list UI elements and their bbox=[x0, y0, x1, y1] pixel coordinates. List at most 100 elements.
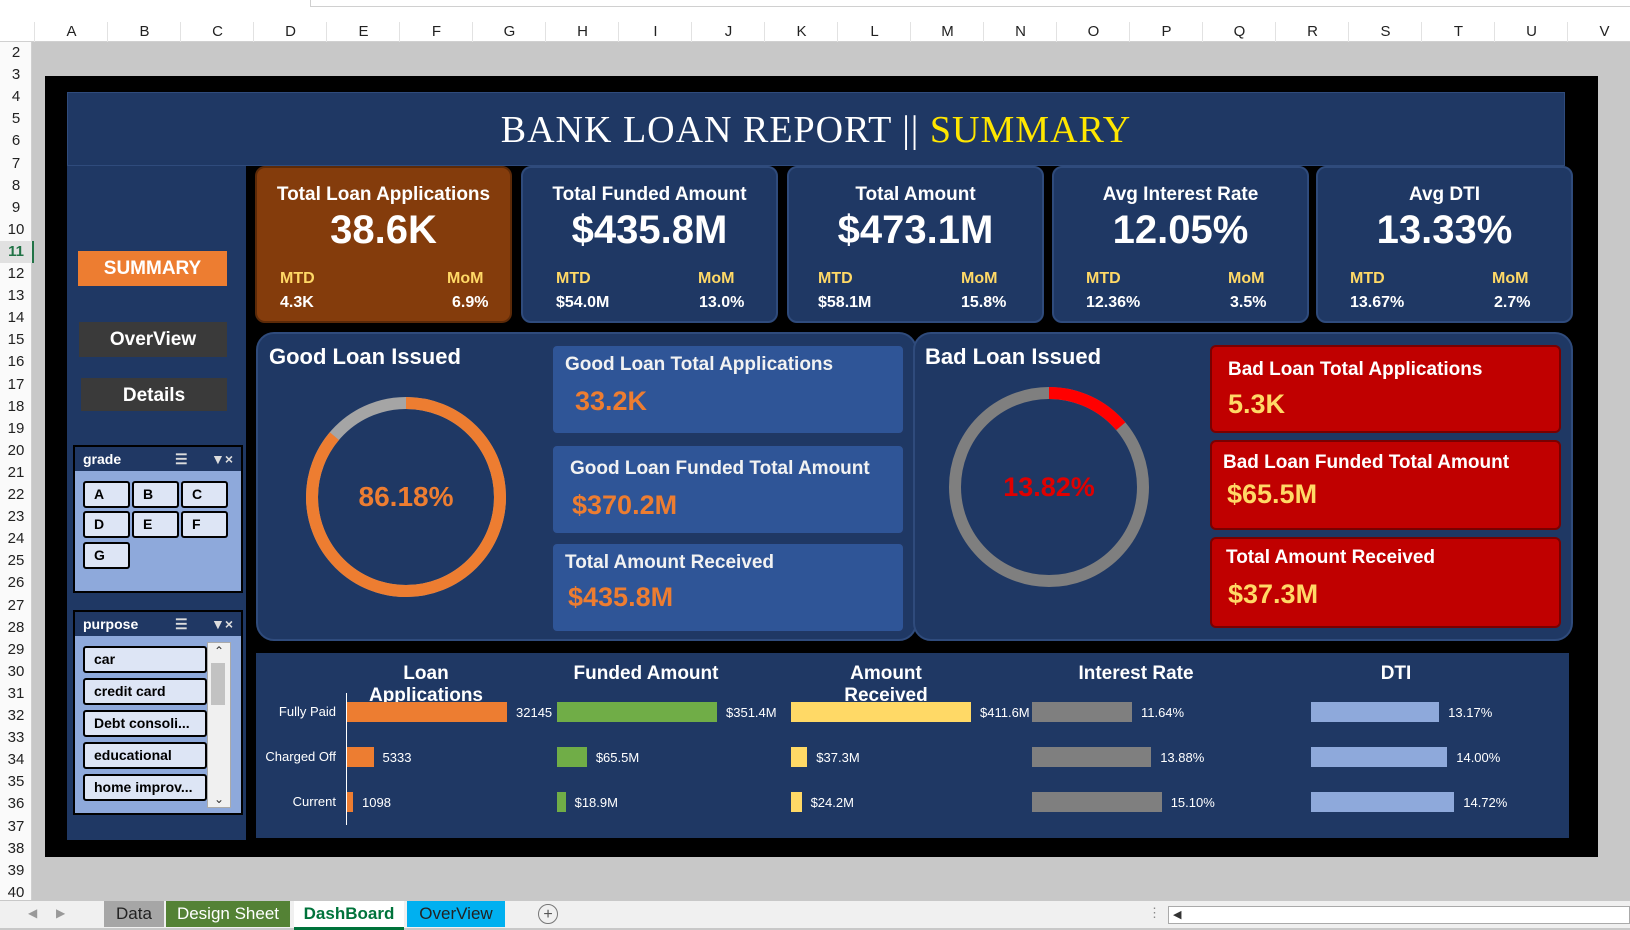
row-header-36[interactable]: 36 bbox=[0, 793, 32, 815]
row-header-22[interactable]: 22 bbox=[0, 484, 32, 506]
row-header-29[interactable]: 29 bbox=[0, 639, 32, 661]
scroll-up-icon[interactable]: ⌃ bbox=[208, 644, 230, 658]
row-header-7[interactable]: 7 bbox=[0, 153, 32, 175]
grade-chip-d[interactable]: D bbox=[83, 511, 130, 538]
row-header-35[interactable]: 35 bbox=[0, 771, 32, 793]
row-header-4[interactable]: 4 bbox=[0, 86, 32, 108]
row-header-39[interactable]: 39 bbox=[0, 860, 32, 882]
row-header-15[interactable]: 15 bbox=[0, 329, 32, 351]
multi-select-icon[interactable]: ☰ bbox=[175, 447, 188, 471]
column-header-b[interactable]: B bbox=[107, 22, 181, 42]
column-header-h[interactable]: H bbox=[545, 22, 619, 42]
clear-filter-icon[interactable]: ▼× bbox=[211, 612, 233, 636]
formula-bar[interactable] bbox=[310, 0, 1630, 7]
row-header-8[interactable]: 8 bbox=[0, 175, 32, 197]
row-header-32[interactable]: 32 bbox=[0, 705, 32, 727]
row-header-31[interactable]: 31 bbox=[0, 683, 32, 705]
purpose-chip[interactable]: car bbox=[83, 646, 207, 673]
column-header-q[interactable]: Q bbox=[1202, 22, 1276, 42]
sheet-tab-dashboard[interactable]: DashBoard bbox=[294, 901, 404, 930]
column-header-p[interactable]: P bbox=[1129, 22, 1203, 42]
row-header-3[interactable]: 3 bbox=[0, 64, 32, 86]
column-header-e[interactable]: E bbox=[326, 22, 400, 42]
column-header-d[interactable]: D bbox=[253, 22, 327, 42]
sheet-tab-design[interactable]: Design Sheet bbox=[166, 901, 290, 927]
column-header-u[interactable]: U bbox=[1494, 22, 1568, 42]
scroll-down-icon[interactable]: ⌄ bbox=[208, 792, 230, 806]
clear-filter-icon[interactable]: ▼× bbox=[211, 447, 233, 471]
column-header-a[interactable]: A bbox=[34, 22, 108, 42]
multi-select-icon[interactable]: ☰ bbox=[175, 612, 188, 636]
column-header-t[interactable]: T bbox=[1421, 22, 1495, 42]
chart-title: Amount Received bbox=[844, 663, 928, 706]
row-header-9[interactable]: 9 bbox=[0, 197, 32, 219]
row-header-24[interactable]: 24 bbox=[0, 528, 32, 550]
row-header-18[interactable]: 18 bbox=[0, 396, 32, 418]
nav-summary-button[interactable]: SUMMARY bbox=[78, 251, 227, 286]
bar bbox=[791, 747, 808, 767]
row-header-21[interactable]: 21 bbox=[0, 462, 32, 484]
column-header-s[interactable]: S bbox=[1348, 22, 1422, 42]
row-header-27[interactable]: 27 bbox=[0, 595, 32, 617]
column-header-o[interactable]: O bbox=[1056, 22, 1130, 42]
purpose-chip[interactable]: educational bbox=[83, 742, 207, 769]
row-header-28[interactable]: 28 bbox=[0, 617, 32, 639]
purpose-chip[interactable]: credit card bbox=[83, 678, 207, 705]
column-header-g[interactable]: G bbox=[472, 22, 546, 42]
row-header-17[interactable]: 17 bbox=[0, 374, 32, 396]
column-header-m[interactable]: M bbox=[910, 22, 984, 42]
row-header-26[interactable]: 26 bbox=[0, 572, 32, 594]
column-header-c[interactable]: C bbox=[180, 22, 254, 42]
row-header-33[interactable]: 33 bbox=[0, 727, 32, 749]
row-header-11[interactable]: 11 bbox=[0, 240, 34, 263]
scroll-left-icon[interactable]: ◀ bbox=[28, 906, 37, 920]
bad-loan-percent: 13.82% bbox=[1003, 472, 1095, 502]
kpi-mtd-value: 4.3K bbox=[280, 294, 314, 311]
row-header-12[interactable]: 12 bbox=[0, 263, 32, 285]
grade-chip-f[interactable]: F bbox=[181, 511, 228, 538]
horizontal-scrollbar[interactable]: ◀ bbox=[1168, 906, 1630, 924]
more-options-icon[interactable]: ⋮ bbox=[1148, 905, 1161, 921]
column-header-r[interactable]: R bbox=[1275, 22, 1349, 42]
row-header-30[interactable]: 30 bbox=[0, 661, 32, 683]
column-header-k[interactable]: K bbox=[764, 22, 838, 42]
grade-chip-b[interactable]: B bbox=[132, 481, 179, 508]
column-header-n[interactable]: N bbox=[983, 22, 1057, 42]
row-header-38[interactable]: 38 bbox=[0, 838, 32, 860]
purpose-chip[interactable]: Debt consoli... bbox=[83, 710, 207, 737]
row-header-37[interactable]: 37 bbox=[0, 816, 32, 838]
column-header-i[interactable]: I bbox=[618, 22, 692, 42]
row-header-14[interactable]: 14 bbox=[0, 307, 32, 329]
row-header-34[interactable]: 34 bbox=[0, 749, 32, 771]
row-header-2[interactable]: 2 bbox=[0, 42, 32, 64]
row-header-5[interactable]: 5 bbox=[0, 108, 32, 130]
sheet-tab-data[interactable]: Data bbox=[104, 901, 164, 927]
row-header-19[interactable]: 19 bbox=[0, 418, 32, 440]
scroll-right-icon[interactable]: ▶ bbox=[56, 906, 65, 920]
column-header-l[interactable]: L bbox=[837, 22, 911, 42]
sheet-tab-overview[interactable]: OverView bbox=[407, 901, 505, 927]
nav-overview-button[interactable]: OverView bbox=[79, 322, 227, 357]
purpose-chip[interactable]: home improv... bbox=[83, 774, 207, 801]
row-header-25[interactable]: 25 bbox=[0, 550, 32, 572]
grade-chip-e[interactable]: E bbox=[132, 511, 179, 538]
row-header-23[interactable]: 23 bbox=[0, 506, 32, 528]
nav-details-button[interactable]: Details bbox=[81, 378, 227, 411]
bar-data-label: $37.3M bbox=[816, 750, 860, 765]
add-sheet-button[interactable]: + bbox=[538, 904, 558, 924]
scroll-thumb[interactable] bbox=[211, 663, 225, 705]
column-header-f[interactable]: F bbox=[399, 22, 473, 42]
column-header-j[interactable]: J bbox=[691, 22, 765, 42]
row-header-16[interactable]: 16 bbox=[0, 351, 32, 373]
row-header-20[interactable]: 20 bbox=[0, 440, 32, 462]
grade-chip-c[interactable]: C bbox=[181, 481, 228, 508]
scroll-left-arrow-icon[interactable]: ◀ bbox=[1173, 908, 1181, 921]
row-header-6[interactable]: 6 bbox=[0, 130, 32, 152]
column-header-v[interactable]: V bbox=[1567, 22, 1630, 42]
grade-chip-a[interactable]: A bbox=[83, 481, 130, 508]
purpose-slicer-header: purpose ☰ ▼× bbox=[75, 612, 241, 636]
grade-chip-g[interactable]: G bbox=[83, 542, 130, 569]
purpose-scrollbar[interactable]: ⌃ ⌄ bbox=[207, 642, 231, 808]
row-header-10[interactable]: 10 bbox=[0, 219, 32, 241]
row-header-13[interactable]: 13 bbox=[0, 285, 32, 307]
